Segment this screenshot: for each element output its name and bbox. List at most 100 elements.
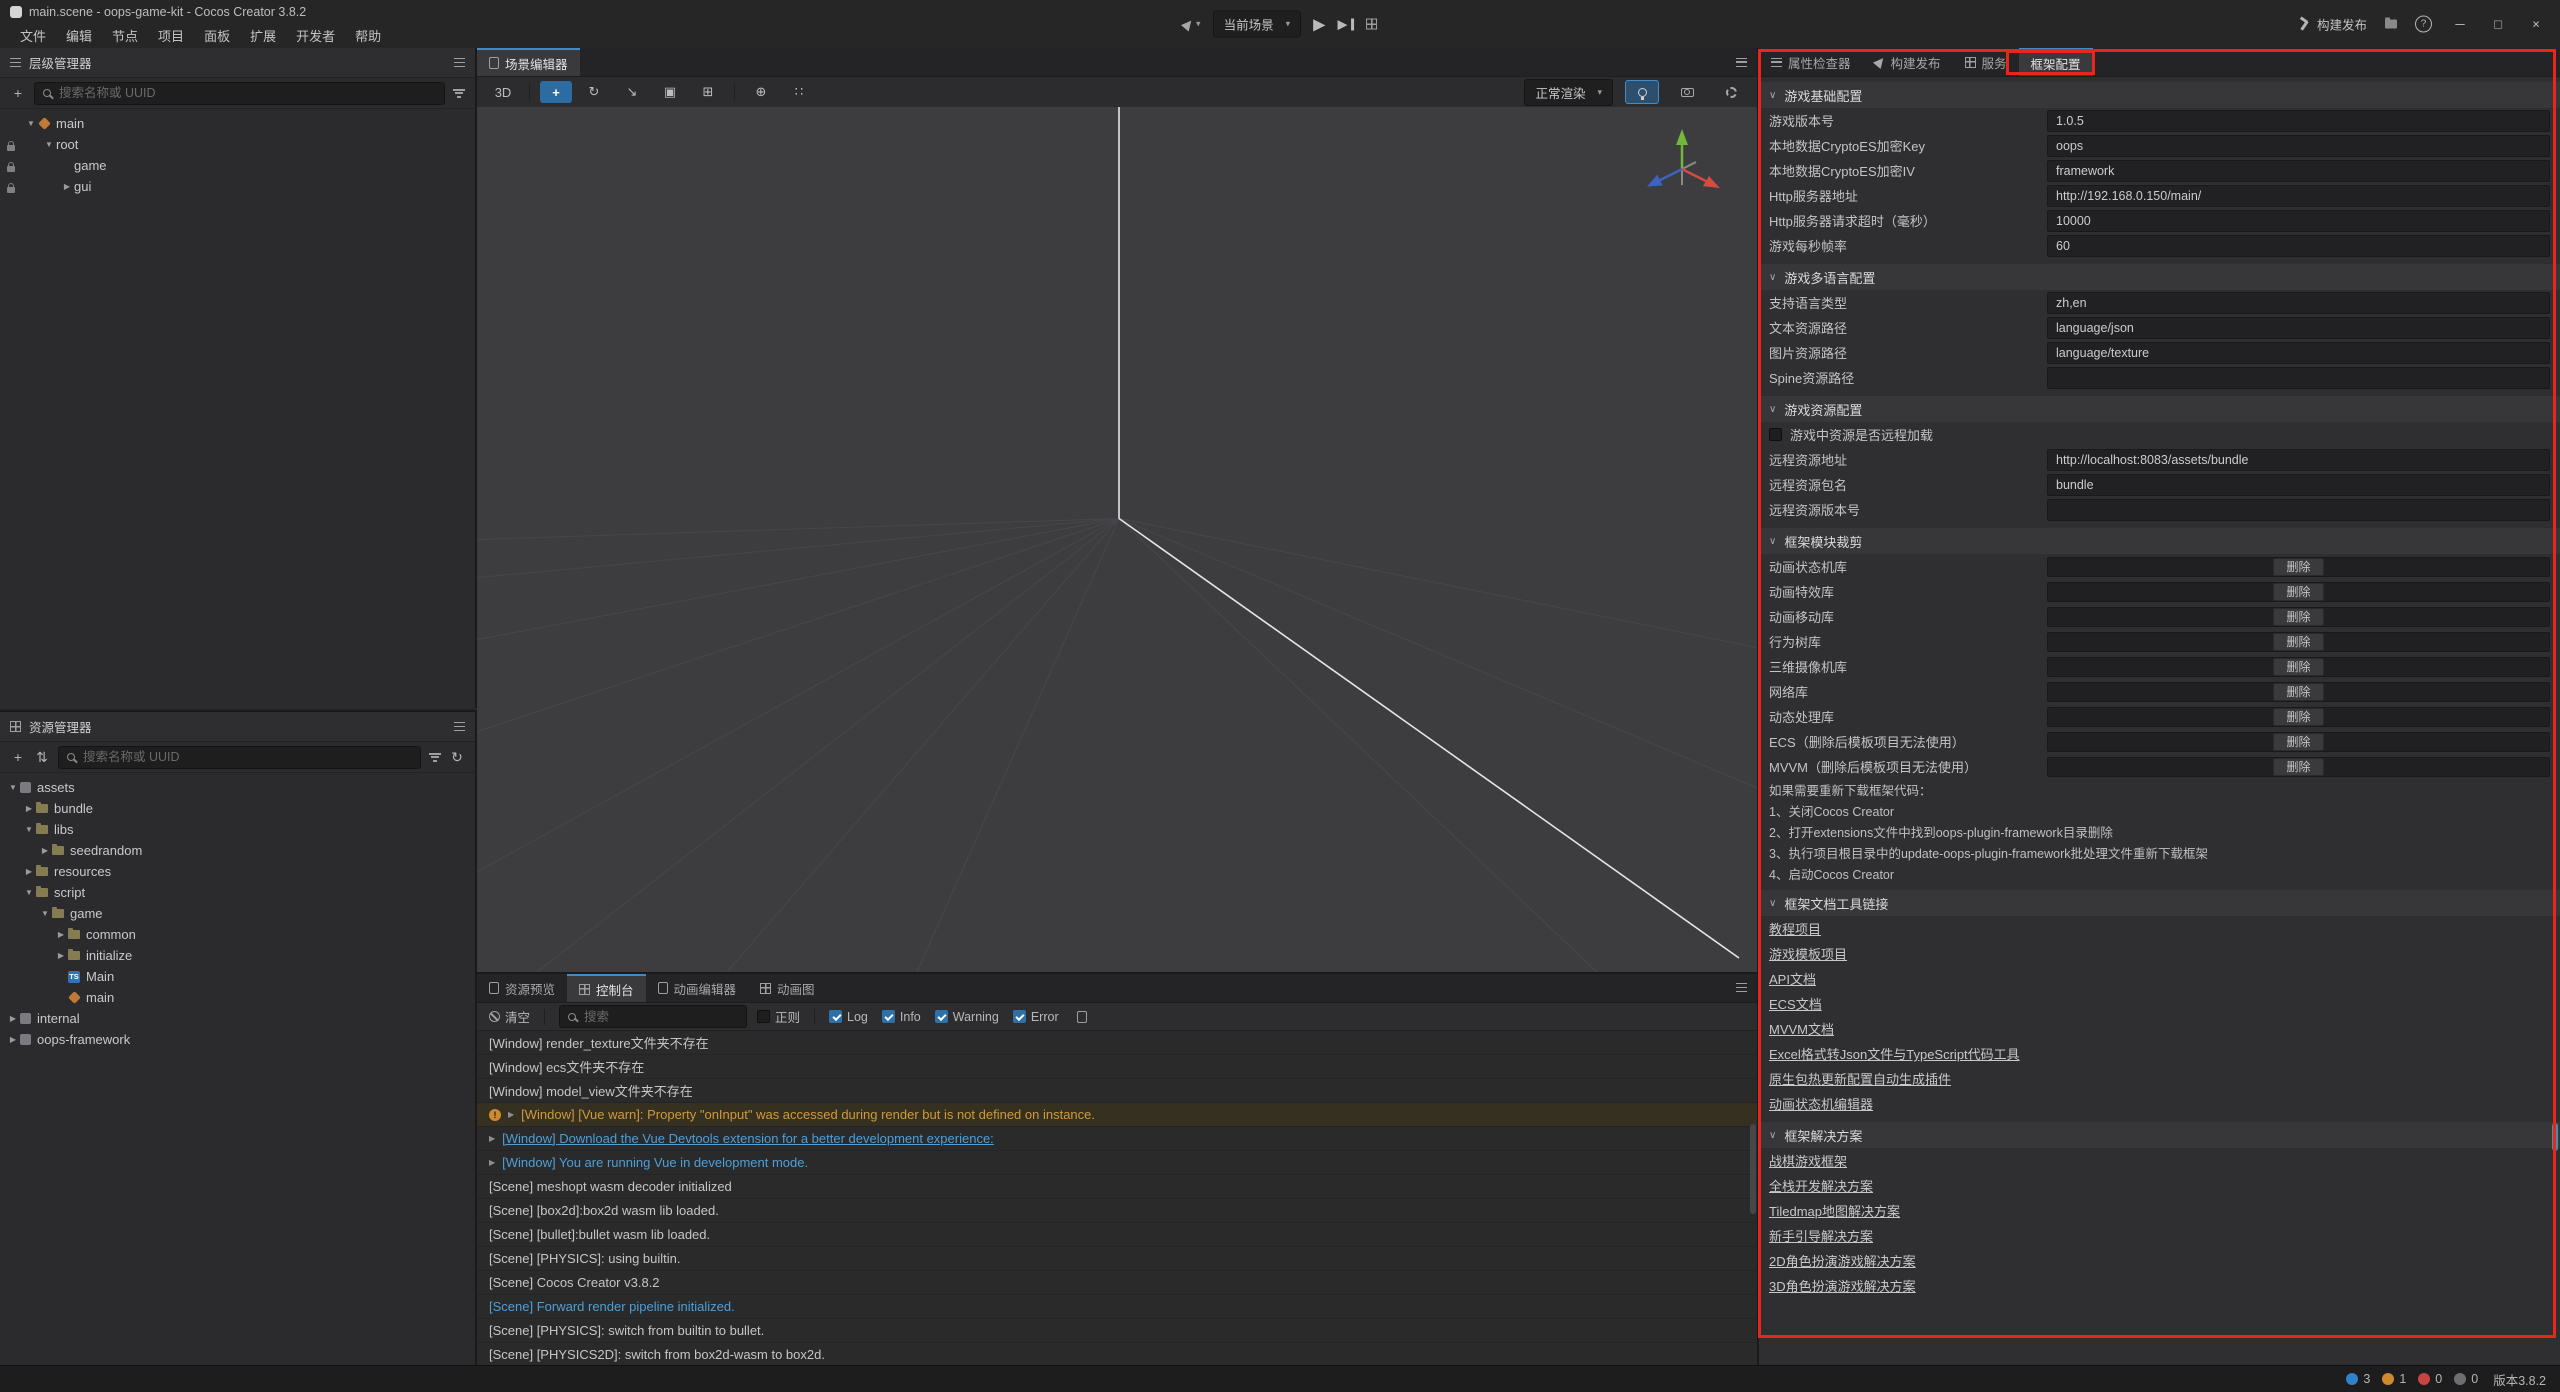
- doc-link[interactable]: 3D角色扮演游戏解决方案: [1759, 1273, 2560, 1298]
- tree-expand-icon[interactable]: ▶: [22, 867, 36, 876]
- checkbox[interactable]: [1013, 1010, 1026, 1023]
- tree-expand-icon[interactable]: ▶: [54, 930, 68, 939]
- asset-node[interactable]: ▶internal: [0, 1008, 475, 1029]
- scene-settings-button[interactable]: [1715, 81, 1747, 103]
- checkbox[interactable]: [1769, 428, 1782, 441]
- doc-link[interactable]: 2D角色扮演游戏解决方案: [1759, 1248, 2560, 1273]
- tree-expand-icon[interactable]: ▼: [42, 140, 56, 149]
- expand-icon[interactable]: ▶: [508, 1110, 514, 1119]
- console-tab[interactable]: 资源预览: [477, 974, 567, 1002]
- delete-button[interactable]: 删除: [2273, 708, 2323, 726]
- clear-console-button[interactable]: 清空: [489, 1007, 530, 1026]
- panel-menu-icon[interactable]: [454, 58, 465, 67]
- sort-assets-button[interactable]: ⇅: [34, 749, 50, 766]
- step-button[interactable]: ▶: [1337, 16, 1354, 32]
- viewport-canvas[interactable]: [477, 107, 1757, 972]
- doc-link[interactable]: 战棋游戏框架: [1759, 1148, 2560, 1173]
- asset-node[interactable]: ▶common: [0, 924, 475, 945]
- field-input[interactable]: [2047, 160, 2550, 182]
- section-header[interactable]: ∨框架文档工具链接: [1759, 890, 2560, 916]
- regex-checkbox[interactable]: [757, 1010, 770, 1023]
- project-folder-button[interactable]: [2385, 20, 2397, 29]
- menu-item[interactable]: 开发者: [286, 23, 345, 48]
- tree-expand-icon[interactable]: ▶: [6, 1014, 20, 1023]
- console-log-row[interactable]: [Scene] [PHYSICS2D]: switch from box2d-w…: [477, 1343, 1757, 1365]
- field-input[interactable]: [2047, 474, 2550, 496]
- assets-search-input[interactable]: [81, 749, 412, 765]
- console-log-row[interactable]: [Scene] meshopt wasm decoder initialized: [477, 1175, 1757, 1199]
- asset-node[interactable]: ▶bundle: [0, 798, 475, 819]
- console-log-row[interactable]: [Scene] [PHYSICS]: using builtin.: [477, 1247, 1757, 1271]
- delete-button[interactable]: 删除: [2273, 558, 2323, 576]
- tree-expand-icon[interactable]: ▼: [38, 909, 52, 918]
- console-log-row[interactable]: ▶[Window] Download the Vue Devtools exte…: [477, 1127, 1757, 1151]
- asset-node[interactable]: ▶oops-framework: [0, 1029, 475, 1050]
- console-log-row[interactable]: [Scene] Forward render pipeline initiali…: [477, 1295, 1757, 1319]
- doc-link[interactable]: 全栈开发解决方案: [1759, 1173, 2560, 1198]
- filter-icon[interactable]: [453, 89, 465, 98]
- doc-link[interactable]: MVVM文档: [1759, 1016, 2560, 1041]
- checkbox[interactable]: [829, 1010, 842, 1023]
- tree-expand-icon[interactable]: ▶: [6, 1035, 20, 1044]
- delete-button[interactable]: 删除: [2273, 733, 2323, 751]
- console-tab[interactable]: 控制台: [567, 974, 646, 1002]
- doc-link[interactable]: 游戏模板项目: [1759, 941, 2560, 966]
- panel-menu-icon[interactable]: [1736, 58, 1747, 67]
- field-input[interactable]: [2047, 367, 2550, 389]
- scale-tool-button[interactable]: ↘: [616, 81, 648, 103]
- inspector-tab[interactable]: 构建发布: [1863, 48, 1953, 76]
- menu-item[interactable]: 扩展: [240, 23, 286, 48]
- layout-button[interactable]: [1366, 19, 1377, 30]
- section-header[interactable]: ∨框架解决方案: [1759, 1122, 2560, 1148]
- console-log-row[interactable]: [Window] render_texture文件夹不存在: [477, 1031, 1757, 1055]
- section-header[interactable]: ∨游戏多语言配置: [1759, 264, 2560, 290]
- log-filter-error[interactable]: Error: [1013, 1010, 1059, 1024]
- menu-item[interactable]: 编辑: [56, 23, 102, 48]
- field-input[interactable]: [2047, 317, 2550, 339]
- section-header[interactable]: ∨游戏资源配置: [1759, 396, 2560, 422]
- rect-tool-button[interactable]: ▣: [654, 81, 686, 103]
- console-log-row[interactable]: [Scene] [box2d]:box2d wasm lib loaded.: [477, 1199, 1757, 1223]
- close-button[interactable]: ×: [2526, 17, 2546, 32]
- multi-transform-tool-button[interactable]: ⊞: [692, 81, 724, 103]
- doc-link[interactable]: 原生包热更新配置自动生成插件: [1759, 1066, 2560, 1091]
- delete-button[interactable]: 删除: [2273, 658, 2323, 676]
- asset-node[interactable]: main: [0, 987, 475, 1008]
- delete-button[interactable]: 删除: [2273, 583, 2323, 601]
- scene-camera-button[interactable]: [1671, 81, 1703, 103]
- delete-button[interactable]: 删除: [2273, 683, 2323, 701]
- log-filter-warning[interactable]: Warning: [935, 1010, 999, 1024]
- render-mode-select[interactable]: 正常渲染 ▾: [1524, 79, 1613, 106]
- field-input[interactable]: [2047, 449, 2550, 471]
- inspector-tab[interactable]: 属性检查器: [1759, 48, 1863, 76]
- field-input[interactable]: [2047, 342, 2550, 364]
- menu-item[interactable]: 文件: [10, 23, 56, 48]
- field-input[interactable]: [2047, 292, 2550, 314]
- console-log-row[interactable]: ▶[Window] You are running Vue in develop…: [477, 1151, 1757, 1175]
- console-log-row[interactable]: [Scene] Cocos Creator v3.8.2: [477, 1271, 1757, 1295]
- filter-icon[interactable]: [429, 753, 441, 762]
- info-count[interactable]: 3: [2346, 1372, 2370, 1386]
- maximize-button[interactable]: □: [2488, 17, 2508, 32]
- console-log-row[interactable]: !▶[Window] [Vue warn]: Property "onInput…: [477, 1103, 1757, 1127]
- hierarchy-node[interactable]: ▼main: [0, 113, 475, 134]
- world-pivot-toggle[interactable]: ⊕: [745, 81, 777, 103]
- console-tab[interactable]: 动画图: [748, 974, 827, 1002]
- tree-expand-icon[interactable]: ▼: [22, 825, 36, 834]
- tree-expand-icon[interactable]: ▶: [60, 182, 74, 191]
- asset-node[interactable]: ▼assets: [0, 777, 475, 798]
- inspector-tab[interactable]: 服务: [1953, 48, 2019, 76]
- hierarchy-node[interactable]: game: [0, 155, 475, 176]
- expand-icon[interactable]: ▶: [489, 1158, 495, 1167]
- minimize-button[interactable]: ─: [2450, 17, 2470, 32]
- hierarchy-node[interactable]: ▼root: [0, 134, 475, 155]
- tree-expand-icon[interactable]: ▼: [6, 783, 20, 792]
- console-log-row[interactable]: [Scene] [bullet]:bullet wasm lib loaded.: [477, 1223, 1757, 1247]
- doc-link[interactable]: 教程项目: [1759, 916, 2560, 941]
- asset-node[interactable]: ▶initialize: [0, 945, 475, 966]
- tree-expand-icon[interactable]: ▶: [54, 951, 68, 960]
- create-asset-button[interactable]: +: [10, 749, 26, 765]
- delete-button[interactable]: 删除: [2273, 608, 2323, 626]
- warning-count[interactable]: 1: [2382, 1372, 2406, 1386]
- asset-node[interactable]: ▶resources: [0, 861, 475, 882]
